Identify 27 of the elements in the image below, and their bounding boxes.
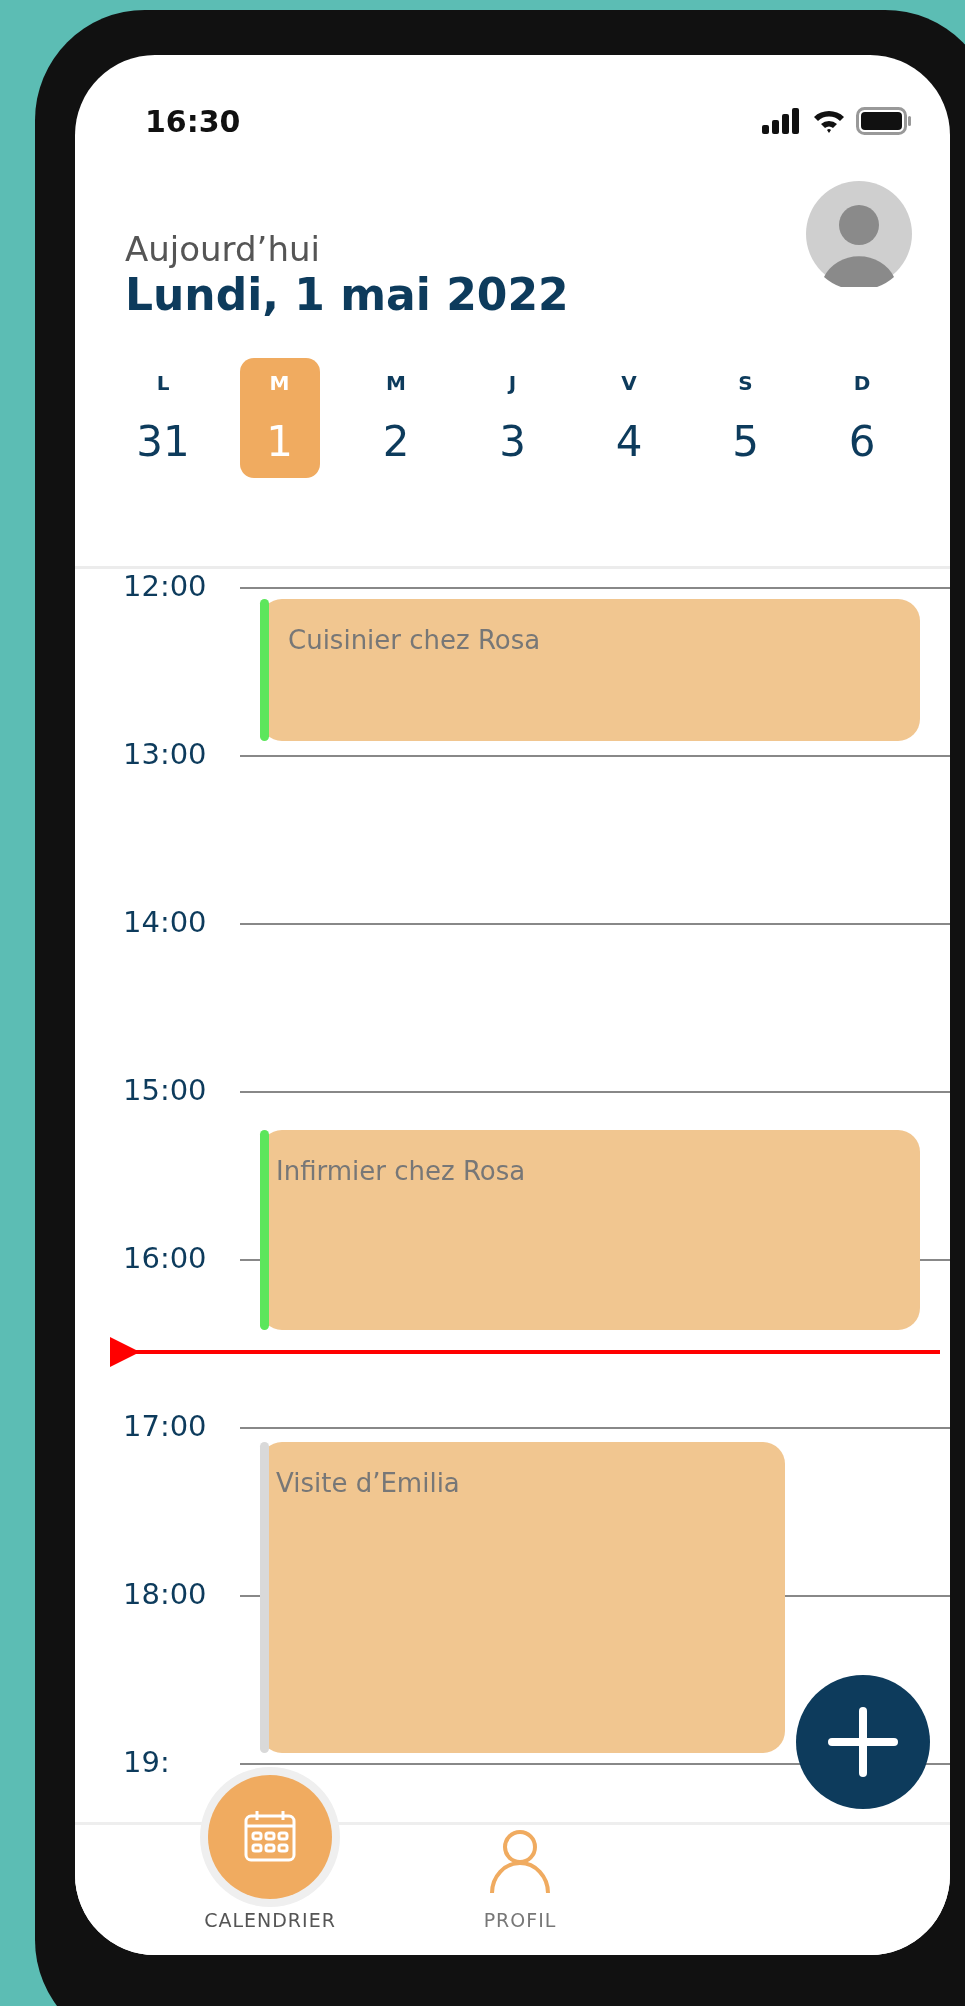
avatar[interactable]: [806, 181, 912, 287]
plus-icon: [828, 1707, 898, 1777]
hour-label: 13:00: [123, 737, 207, 771]
person-icon: [488, 1829, 552, 1895]
hour-label: 18:00: [123, 1577, 207, 1611]
hour-label: 16:00: [123, 1241, 207, 1275]
status-time: 16:30: [145, 103, 241, 139]
week-day[interactable]: M 2: [356, 358, 436, 478]
signal-icon: [762, 108, 802, 134]
date-title: Lundi, 1 mai 2022: [125, 269, 569, 320]
hour-label: 17:00: [123, 1409, 207, 1443]
battery-icon: [856, 107, 912, 135]
hour-label: 19:: [123, 1745, 170, 1779]
today-label: Aujourd’hui: [125, 229, 321, 269]
week-day[interactable]: J 3: [472, 358, 553, 478]
week-day[interactable]: D 6: [822, 358, 902, 478]
week-day[interactable]: V 4: [589, 358, 669, 478]
event-title: Infirmier chez Rosa: [276, 1156, 526, 1186]
event-title: Visite d’Emilia: [276, 1468, 460, 1498]
hour-label: 15:00: [123, 1073, 207, 1107]
event-title: Cuisinier chez Rosa: [288, 625, 541, 655]
wifi-icon: [812, 108, 846, 134]
hour-label: 12:00: [123, 569, 207, 603]
hour-label: 14:00: [123, 905, 207, 939]
nav-tab[interactable]: PROFIL: [440, 1819, 600, 1955]
week-day[interactable]: L 31: [123, 358, 203, 478]
week-day[interactable]: S 5: [705, 358, 786, 478]
